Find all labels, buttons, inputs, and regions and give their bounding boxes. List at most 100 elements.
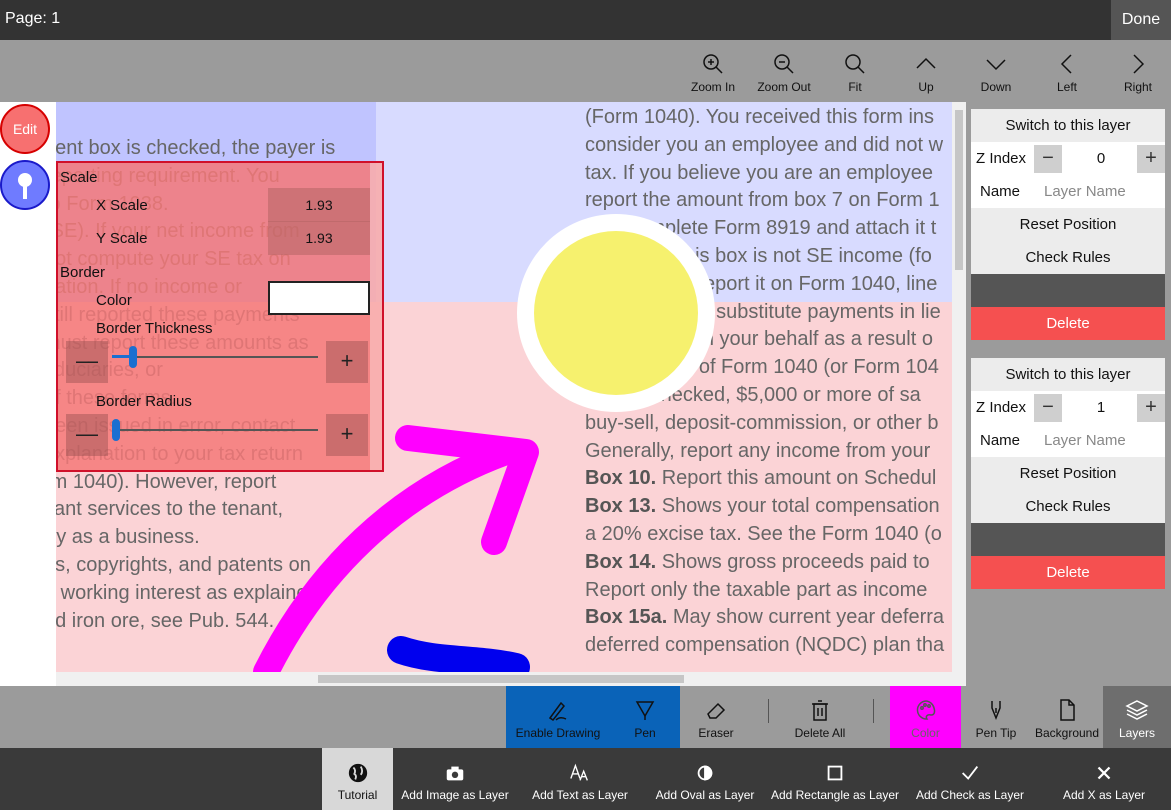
blue-pen-stroke [387, 636, 530, 672]
tutorial-button[interactable]: Tutorial [322, 748, 393, 810]
x-scale-input[interactable]: 1.93 [268, 188, 370, 222]
zindex-increase-button[interactable]: + [1137, 394, 1165, 422]
border-radius-slider-thumb[interactable] [112, 419, 120, 441]
tutorial-label: Tutorial [337, 788, 378, 802]
eraser-button[interactable]: Eraser [681, 686, 751, 748]
chevron-left-icon [1060, 54, 1072, 74]
add-rectangle-label: Add Rectangle as Layer [770, 788, 900, 802]
eraser-icon [707, 702, 726, 719]
pen-tip-button[interactable]: Pen Tip [961, 686, 1031, 748]
trash-icon [812, 700, 828, 721]
x-icon [1097, 766, 1111, 780]
page-label: Page: 1 [5, 10, 61, 27]
magenta-pen-stroke [253, 439, 519, 672]
color-label: Color [96, 292, 132, 309]
check-rules-button[interactable]: Check Rules [971, 241, 1165, 274]
add-text-layer-button[interactable]: Add Text as Layer [517, 748, 643, 810]
pen-scribble-icon [548, 701, 567, 722]
highlight-circle-fill [534, 231, 698, 395]
done-button[interactable]: Done [1111, 0, 1171, 40]
delete-all-button[interactable]: Delete All [781, 686, 859, 748]
zoom-out-button[interactable]: Zoom Out [751, 50, 817, 98]
reset-position-button[interactable]: Reset Position [971, 457, 1165, 490]
chevron-down-icon [986, 59, 1006, 71]
globe-icon [348, 763, 367, 783]
search-icon [845, 54, 865, 74]
check-rules-button[interactable]: Check Rules [971, 490, 1165, 523]
add-oval-layer-button[interactable]: Add Oval as Layer [643, 748, 767, 810]
pin-icon [18, 173, 32, 199]
chevron-up-icon [916, 57, 936, 69]
up-button[interactable]: Up [893, 50, 959, 98]
vertical-scroll-thumb[interactable] [955, 110, 963, 270]
name-label: Name [980, 183, 1021, 200]
zoom-in-label: Zoom In [690, 80, 735, 94]
layer-name-input[interactable]: Layer Name [1044, 424, 1126, 457]
delete-layer-button[interactable]: Delete [971, 307, 1165, 340]
pen-button[interactable]: Pen [610, 686, 680, 748]
text-icon [570, 763, 588, 781]
eraser-label: Eraser [698, 726, 734, 740]
border-radius-increase[interactable]: + [326, 414, 368, 456]
zindex-decrease-button[interactable]: − [1034, 394, 1062, 422]
name-row: Name Layer Name [971, 424, 1165, 457]
delete-layer-button[interactable]: Delete [971, 556, 1165, 589]
pin-button[interactable] [0, 160, 50, 210]
enable-drawing-button[interactable]: Enable Drawing [506, 686, 610, 748]
add-image-layer-button[interactable]: Add Image as Layer [393, 748, 517, 810]
layers-icon [1125, 700, 1149, 720]
y-scale-input[interactable]: 1.93 [268, 221, 370, 255]
reset-position-button[interactable]: Reset Position [971, 208, 1165, 241]
zindex-increase-button[interactable]: + [1137, 145, 1165, 173]
pen-tip-label: Pen Tip [975, 726, 1017, 740]
layers-button[interactable]: Layers [1103, 686, 1171, 748]
enable-drawing-label: Enable Drawing [515, 726, 601, 740]
border-color-swatch[interactable] [268, 281, 370, 315]
layers-label: Layers [1118, 726, 1156, 740]
add-rectangle-layer-button[interactable]: Add Rectangle as Layer [767, 748, 903, 810]
color-button[interactable]: Color [890, 686, 961, 748]
zindex-value[interactable]: 0 [1071, 142, 1131, 175]
title-bar [0, 0, 1171, 40]
switch-layer-button[interactable]: Switch to this layer [971, 358, 1165, 391]
toolbar-separator [873, 699, 874, 723]
toolbar-separator [768, 699, 769, 723]
name-row: Name Layer Name [971, 175, 1165, 208]
zindex-value[interactable]: 1 [1071, 391, 1131, 424]
oval-icon [697, 765, 713, 781]
zindex-decrease-button[interactable]: − [1034, 145, 1062, 173]
check-icon [962, 766, 979, 780]
layer-name-input[interactable]: Layer Name [1044, 175, 1126, 208]
panel-scrollbar[interactable] [370, 163, 382, 470]
background-button[interactable]: Background [1031, 686, 1103, 748]
fit-label: Fit [848, 80, 862, 94]
zoom-out-icon [774, 54, 794, 74]
zindex-row: Z Index − 1 + [971, 391, 1165, 424]
switch-layer-button[interactable]: Switch to this layer [971, 109, 1165, 142]
scale-properties-panel: Scale X Scale 1.93 Y Scale 1.93 Border C… [56, 161, 384, 472]
background-label: Background [1034, 726, 1100, 740]
color-label: Color [911, 726, 940, 740]
add-check-layer-button[interactable]: Add Check as Layer [903, 748, 1037, 810]
zindex-label: Z Index [976, 150, 1027, 167]
border-thickness-increase[interactable]: + [326, 341, 368, 383]
down-button[interactable]: Down [963, 50, 1029, 98]
left-button[interactable]: Left [1034, 50, 1100, 98]
delete-all-label: Delete All [794, 726, 846, 740]
layer-divider [971, 523, 1165, 556]
add-x-label: Add X as Layer [1062, 788, 1146, 802]
border-thickness-slider-thumb[interactable] [129, 346, 137, 368]
add-oval-label: Add Oval as Layer [655, 788, 755, 802]
horizontal-scroll-thumb[interactable] [318, 675, 684, 683]
page-icon [1060, 699, 1075, 721]
edit-button[interactable]: Edit [0, 104, 50, 154]
border-thickness-decrease[interactable]: — [66, 341, 108, 383]
border-radius-decrease[interactable]: — [66, 414, 108, 456]
add-text-label: Add Text as Layer [532, 788, 628, 802]
zoom-in-button[interactable]: Zoom In [680, 50, 746, 98]
fit-button[interactable]: Fit [822, 50, 888, 98]
add-x-layer-button[interactable]: Add X as Layer [1037, 748, 1171, 810]
right-button[interactable]: Right [1105, 50, 1171, 98]
rectangle-icon [827, 765, 843, 781]
camera-icon [446, 766, 464, 781]
